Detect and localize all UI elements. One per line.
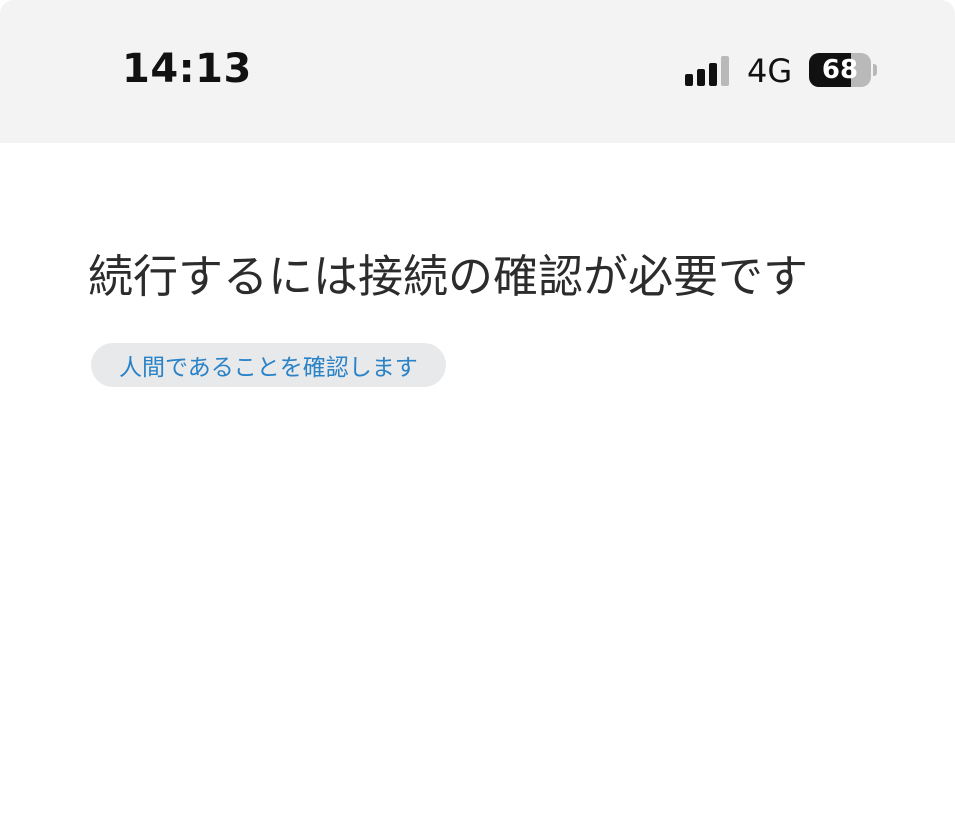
status-bar: 14:13 4G 68: [0, 0, 955, 143]
signal-bar: [685, 74, 693, 86]
verify-human-button[interactable]: 人間であることを確認します: [91, 343, 446, 387]
battery-icon: 68: [809, 53, 871, 87]
signal-bar: [697, 69, 705, 86]
battery-nub: [873, 64, 877, 76]
page-heading: 続行するには接続の確認が必要です: [88, 250, 809, 303]
signal-bar: [709, 63, 717, 86]
status-time: 14:13: [122, 46, 252, 92]
cellular-signal-icon: [685, 56, 733, 86]
signal-bar: [721, 56, 729, 86]
network-type: 4G: [747, 52, 793, 90]
battery-level: 68: [821, 55, 859, 85]
